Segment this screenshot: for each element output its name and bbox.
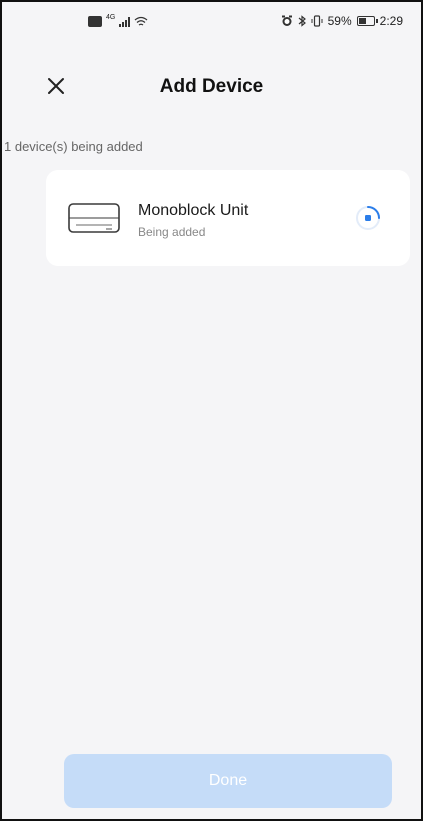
top-app-bar: Add Device [2, 62, 421, 110]
battery-icon [356, 16, 378, 26]
signal-icon [119, 16, 131, 27]
hd-icon [88, 16, 102, 27]
loading-spinner-icon [356, 206, 380, 230]
air-conditioner-icon [68, 203, 120, 233]
device-name: Monoblock Unit [138, 202, 249, 219]
status-right-group: 59% 2:29 [281, 14, 403, 28]
done-button[interactable]: Done [64, 754, 392, 808]
network-label: 4G [106, 14, 116, 21]
device-status: Being added [138, 225, 206, 239]
battery-percent: 59% [327, 14, 352, 28]
status-bar: 4G 59% 2:29 [2, 2, 421, 38]
device-card: Monoblock Unit Being added [46, 170, 410, 266]
devices-being-added-label: 1 device(s) being added [4, 139, 143, 154]
status-left-group: 4G [88, 14, 148, 27]
wifi-icon [134, 16, 148, 26]
vibrate-icon [311, 15, 323, 27]
battery-level [358, 18, 367, 24]
page-title: Add Device [159, 76, 264, 97]
status-time: 2:29 [379, 14, 403, 28]
bluetooth-icon [298, 15, 306, 27]
alarm-icon [281, 15, 292, 26]
phone-screen: 4G 59% 2:29 Add Device 1 device(s) being… [0, 0, 423, 821]
